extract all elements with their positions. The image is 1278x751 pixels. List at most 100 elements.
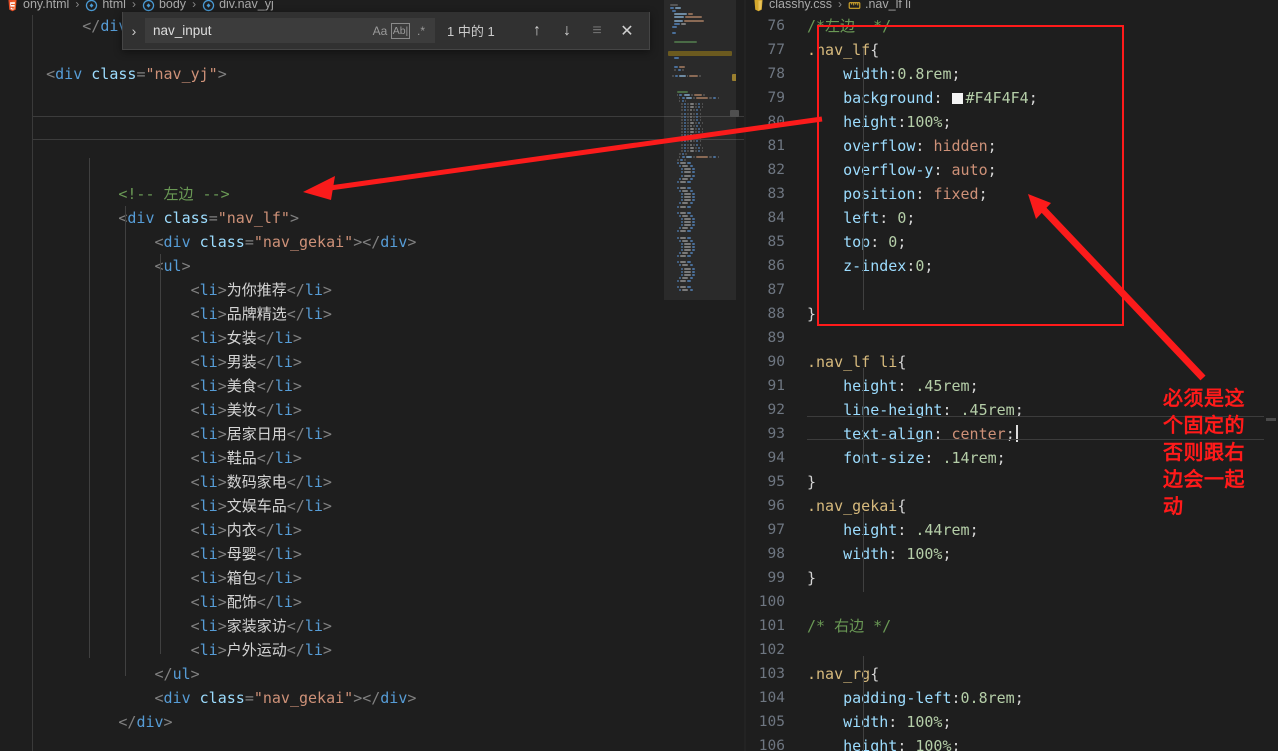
find-next-icon[interactable]: ↓ [557, 21, 577, 41]
code-line[interactable]: 99} [745, 566, 1278, 590]
line-number: 102 [758, 642, 785, 658]
code-line[interactable]: 78 width:0.8rem; [745, 62, 1278, 86]
breadcrumb-separator: › [131, 0, 136, 11]
code-line[interactable]: </div> [10, 710, 745, 734]
code-line[interactable]: <li>为你推荐</li> [10, 278, 745, 302]
minimap-line [689, 143, 692, 146]
code-line[interactable]: 104 padding-left:0.8rem; [745, 686, 1278, 710]
scrollbar-vertical-left[interactable] [728, 0, 741, 751]
minimap-line [683, 115, 686, 118]
code-line[interactable]: <li>美妆</li> [10, 398, 745, 422]
close-icon[interactable]: ✕ [617, 21, 637, 41]
code-line[interactable]: <li>女装</li> [10, 326, 745, 350]
use-regex-icon[interactable]: .* [410, 20, 432, 41]
minimap-line [691, 174, 695, 177]
code-line[interactable]: <li>品牌精选</li> [10, 302, 745, 326]
code-line[interactable]: 86 z-index:0; [745, 254, 1278, 278]
minimap-line [674, 56, 679, 59]
breadcrumb-item[interactable]: body [142, 0, 186, 11]
code-line[interactable]: 97 height: .44rem; [745, 518, 1278, 542]
code-line[interactable]: </ul> [10, 662, 745, 686]
code-line[interactable] [10, 158, 745, 182]
code-line-text: <ul> [155, 257, 191, 275]
code-line[interactable]: 85 top: 0; [745, 230, 1278, 254]
code-line[interactable] [10, 86, 745, 110]
search-input[interactable] [153, 23, 369, 38]
code-line-text: <li>男装</li> [190, 353, 302, 371]
code-line[interactable]: 106 height: 100%; [745, 734, 1278, 751]
code-line[interactable]: <li>母婴</li> [10, 542, 745, 566]
code-line[interactable]: 98 width: 100%; [745, 542, 1278, 566]
code-line[interactable]: <li>居家日用</li> [10, 422, 745, 446]
code-line[interactable]: <li>内衣</li> [10, 518, 745, 542]
code-line[interactable]: 89 [745, 326, 1278, 350]
breadcrumb-item[interactable]: classhy.css [752, 0, 832, 11]
code-line[interactable]: 81 overflow: hidden; [745, 134, 1278, 158]
breadcrumb-item[interactable]: ony.html [6, 0, 69, 11]
breadcrumb-item[interactable]: html [85, 0, 126, 11]
minimap-line [684, 242, 691, 245]
minimap-line [681, 100, 684, 103]
chevron-right-icon[interactable]: › [123, 23, 145, 39]
code-line[interactable]: 102 [745, 638, 1278, 662]
code-line[interactable]: 88} [745, 302, 1278, 326]
find-in-selection-icon[interactable]: ≡ [587, 21, 607, 41]
code-line[interactable]: 83 position: fixed; [745, 182, 1278, 206]
code-line[interactable]: 82 overflow-y: auto; [745, 158, 1278, 182]
code-line[interactable]: <li>鞋品</li> [10, 446, 745, 470]
code-line-text: <li>居家日用</li> [190, 425, 332, 443]
code-line[interactable]: 105 width: 100%; [745, 710, 1278, 734]
code-line[interactable]: 80 height:100%; [745, 110, 1278, 134]
code-line[interactable]: <li>箱包</li> [10, 566, 745, 590]
code-line[interactable]: <div class="nav_lf"> [10, 206, 745, 230]
match-case-icon[interactable]: Aa [369, 20, 391, 41]
code-line[interactable]: <div class="nav_gekai"></div> [10, 230, 745, 254]
breadcrumb-item[interactable]: .nav_lf li [848, 0, 911, 11]
code-line[interactable]: 84 left: 0; [745, 206, 1278, 230]
code-line[interactable]: 90 .nav_lf li{ [745, 350, 1278, 374]
code-line[interactable]: <li>数码家电</li> [10, 470, 745, 494]
editor-pane-css[interactable]: 76/*左边 */77 .nav_lf{78 width:0.8rem; 79 ba… [745, 0, 1278, 751]
editor-pane-html[interactable]: </div> <div class="nav_yj"> <!-- 左边 --> … [0, 0, 745, 751]
code-line[interactable]: 77 .nav_lf{ [745, 38, 1278, 62]
find-input-wrapper[interactable]: Aa Ab| .* [145, 18, 435, 43]
css-code-content[interactable]: 76/*左边 */77 .nav_lf{78 width:0.8rem; 79 ba… [745, 14, 1278, 751]
find-previous-icon[interactable]: ↑ [527, 21, 547, 41]
code-line[interactable]: <div class="nav_yj"> [10, 62, 745, 86]
code-line[interactable]: 76 /*左边 */ [745, 14, 1278, 38]
find-widget[interactable]: › Aa Ab| .* 1 中的 1 ↑ ↓ ≡ ✕ [122, 12, 650, 50]
minimap-line [687, 211, 691, 214]
overview-ruler-css[interactable] [1264, 0, 1278, 751]
code-line[interactable]: <li>男装</li> [10, 350, 745, 374]
code-line[interactable]: 100 [745, 590, 1278, 614]
breadcrumb-css[interactable]: classhy.css › .nav_lf li [752, 0, 1082, 15]
minimap-line [687, 230, 691, 233]
code-line[interactable]: <ul> [10, 254, 745, 278]
code-line[interactable]: <li>家装家访</li> [10, 614, 745, 638]
breadcrumb-item[interactable]: div.nav_yj [202, 0, 274, 11]
match-whole-word-icon[interactable]: Ab| [391, 22, 410, 39]
code-line[interactable]: <li>配饰</li> [10, 590, 745, 614]
code-line[interactable]: <!-- 左边 --> [10, 182, 745, 206]
code-line[interactable]: <li>美食</li> [10, 374, 745, 398]
minimap-line [681, 270, 684, 273]
minimap-line [679, 211, 687, 214]
code-line[interactable]: 101 /* 右边 */ [745, 614, 1278, 638]
scrollbar-thumb[interactable] [730, 110, 739, 117]
code-line[interactable]: 103 .nav_rg{ [745, 662, 1278, 686]
minimap-line [717, 155, 719, 158]
line-number: 78 [767, 66, 785, 82]
minimap-line [699, 143, 702, 146]
code-line[interactable]: 87 [745, 278, 1278, 302]
minimap-line [682, 165, 689, 168]
code-line[interactable]: <li>户外运动</li> [10, 638, 745, 662]
minimap-line [674, 19, 683, 22]
code-line[interactable]: <div class="nav_gekai"></div> [10, 686, 745, 710]
minimap-line [689, 276, 693, 279]
minimap-html[interactable] [664, 0, 736, 751]
code-line[interactable]: <li>文娱车品</li> [10, 494, 745, 518]
minimap-line [672, 31, 677, 34]
code-line-text: position: fixed; [843, 185, 988, 203]
code-line[interactable]: 79 background: #F4F4F4; [745, 86, 1278, 110]
editor-splitter[interactable] [744, 0, 746, 751]
